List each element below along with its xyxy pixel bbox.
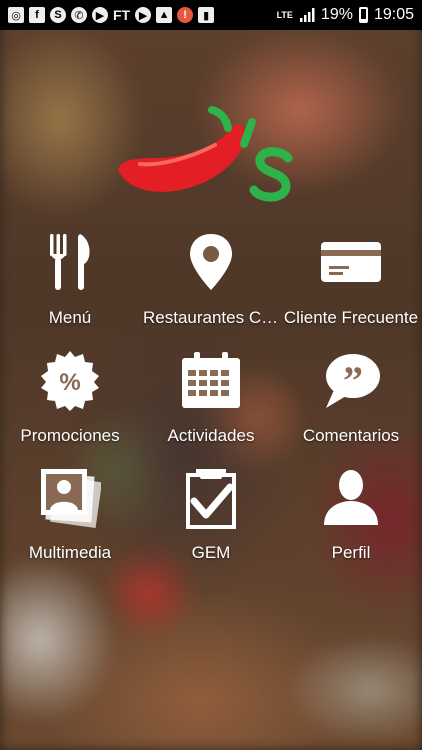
system-status: LTE 19% 19:05 bbox=[277, 6, 414, 24]
status-bar: ◎ f S ✆ ▶ FT ▶ ▲ ! ▮ LTE 19% 19:05 bbox=[0, 0, 422, 30]
facebook-icon: f bbox=[29, 7, 45, 23]
menu-tile-multimedia[interactable]: Multimedia bbox=[0, 467, 140, 577]
menu-tile-activities[interactable]: Actividades bbox=[141, 350, 281, 460]
network-type: LTE bbox=[276, 9, 293, 20]
calendar-icon bbox=[182, 352, 240, 408]
menu-tile-restaurants[interactable]: Restaurantes Cercanos bbox=[141, 232, 281, 342]
location-pin-icon bbox=[190, 234, 232, 290]
ft-text: FT bbox=[113, 7, 131, 23]
loyalty-label: Cliente Frecuente bbox=[283, 308, 419, 327]
notification-icons: ◎ f S ✆ ▶ FT ▶ ▲ ! ▮ bbox=[8, 7, 215, 23]
play-icon: ▶ bbox=[92, 7, 108, 23]
warning-icon: ! bbox=[177, 7, 194, 23]
user-icon bbox=[324, 470, 378, 525]
skype-icon: S bbox=[50, 7, 66, 23]
gem-label: GEM bbox=[191, 543, 231, 562]
battery-percent: 19% bbox=[320, 6, 353, 23]
photos-icon bbox=[41, 469, 101, 528]
gallery-icon: ▲ bbox=[156, 7, 173, 23]
percent-badge-icon: % bbox=[41, 351, 99, 411]
clipboard-check-icon bbox=[186, 469, 236, 529]
profile-label: Perfil bbox=[331, 543, 371, 562]
youtube-icon: ▶ bbox=[135, 7, 152, 23]
quote-bubble-icon: ” bbox=[326, 354, 380, 408]
clock: 19:05 bbox=[373, 6, 414, 23]
restaurants-label: Restaurantes Cercanos bbox=[143, 308, 281, 327]
screenshot-icon: ◎ bbox=[8, 7, 24, 23]
comments-label: Comentarios bbox=[302, 426, 400, 445]
credit-card-icon bbox=[321, 242, 381, 282]
menu-tile-loyalty[interactable]: Cliente Frecuente bbox=[281, 232, 421, 342]
signal-icon bbox=[299, 8, 315, 22]
svg-text:%: % bbox=[59, 369, 80, 396]
menu-tile-profile[interactable]: Perfil bbox=[281, 467, 421, 577]
svg-text:”: ” bbox=[343, 358, 363, 403]
fork-knife-icon bbox=[50, 234, 90, 290]
multimedia-label: Multimedia bbox=[28, 543, 112, 562]
menu-tile-comments[interactable]: ” Comentarios bbox=[281, 350, 421, 460]
chilis-logo bbox=[118, 106, 293, 202]
battery-icon bbox=[358, 7, 368, 23]
menu-label: Menú bbox=[48, 308, 92, 327]
menu-tile-menu[interactable]: Menú bbox=[0, 232, 140, 342]
sd-card-icon: ▮ bbox=[198, 7, 215, 23]
menu-tile-promotions[interactable]: % Promociones bbox=[0, 350, 140, 460]
activities-label: Actividades bbox=[167, 426, 255, 445]
whatsapp-icon: ✆ bbox=[71, 7, 87, 23]
menu-tile-gem[interactable]: GEM bbox=[141, 467, 281, 577]
promotions-label: Promociones bbox=[20, 426, 120, 445]
